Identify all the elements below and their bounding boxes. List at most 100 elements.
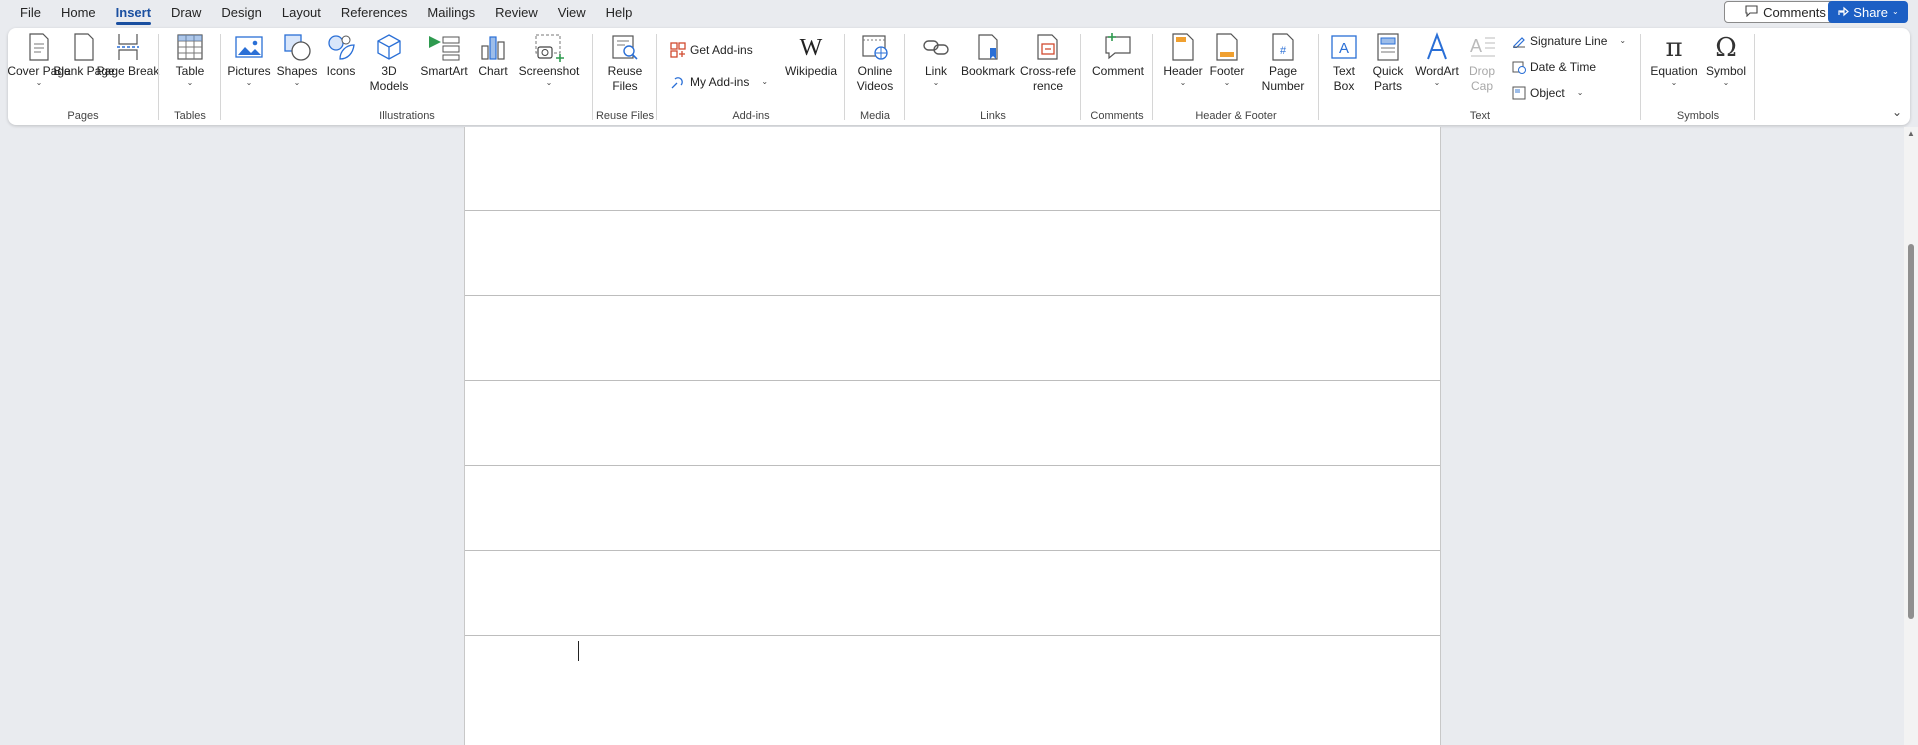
comment-icon bbox=[1745, 4, 1758, 20]
svg-text:π: π bbox=[1665, 33, 1682, 62]
reuse-files-label: Reuse Files bbox=[607, 64, 643, 93]
tab-view[interactable]: View bbox=[548, 0, 596, 26]
chevron-down-icon[interactable]: ⌄ bbox=[1892, 8, 1899, 16]
table-button[interactable]: Table ⌄ bbox=[170, 32, 210, 87]
vertical-scrollbar[interactable]: ▲ bbox=[1904, 127, 1918, 745]
group-label-header-footer: Header & Footer bbox=[1195, 110, 1277, 122]
page-break-button[interactable]: Page Break bbox=[97, 32, 159, 79]
group-label-symbols: Symbols bbox=[1676, 110, 1720, 122]
scrollbar-thumb[interactable] bbox=[1908, 244, 1914, 619]
footer-button[interactable]: Footer ⌄ bbox=[1206, 32, 1248, 87]
document-page[interactable] bbox=[464, 127, 1441, 745]
group-label-reuse-files: Reuse Files bbox=[595, 110, 655, 122]
shapes-icon bbox=[284, 34, 311, 61]
object-label: Object bbox=[1530, 86, 1565, 100]
icons-button[interactable]: Icons bbox=[322, 32, 360, 79]
tab-draw[interactable]: Draw bbox=[161, 0, 211, 26]
group-divider bbox=[1152, 34, 1153, 120]
date-time-button[interactable]: Date & Time bbox=[1512, 60, 1596, 74]
chevron-down-icon: ⌄ bbox=[293, 78, 301, 87]
chevron-down-icon[interactable]: ⌄ bbox=[1577, 89, 1584, 97]
screenshot-button[interactable]: Screenshot ⌄ bbox=[516, 32, 582, 87]
text-box-button[interactable]: A Text Box bbox=[1324, 32, 1364, 94]
online-videos-button[interactable]: Online Videos bbox=[852, 32, 898, 94]
smartart-icon bbox=[429, 36, 460, 61]
group-divider bbox=[904, 34, 905, 120]
cube-icon bbox=[377, 34, 401, 60]
tab-home[interactable]: Home bbox=[51, 0, 106, 26]
group-divider bbox=[844, 34, 845, 120]
symbol-label: Symbol bbox=[1705, 64, 1746, 78]
shapes-button[interactable]: Shapes ⌄ bbox=[276, 32, 318, 87]
pictures-button[interactable]: Pictures ⌄ bbox=[226, 32, 272, 87]
page-number-label: Page Number bbox=[1261, 64, 1305, 93]
tab-references[interactable]: References bbox=[331, 0, 417, 26]
page-number-icon: # bbox=[1272, 33, 1294, 61]
addins-icon bbox=[671, 77, 683, 89]
group-divider bbox=[656, 34, 657, 120]
signature-line-button[interactable]: Signature Line ⌄ bbox=[1512, 34, 1626, 48]
tab-layout[interactable]: Layout bbox=[272, 0, 331, 26]
tab-design[interactable]: Design bbox=[211, 0, 271, 26]
object-icon bbox=[1512, 86, 1526, 100]
equation-button[interactable]: π Equation ⌄ bbox=[1646, 32, 1702, 87]
page-break-label: Page Break bbox=[96, 64, 160, 78]
table-row-border bbox=[465, 380, 1440, 381]
cover-page-icon bbox=[29, 33, 49, 61]
bookmark-label: Bookmark bbox=[960, 64, 1016, 78]
group-tables: Table ⌄ Tables bbox=[160, 28, 220, 125]
chevron-down-icon[interactable]: ⌄ bbox=[761, 78, 768, 86]
blank-page-icon bbox=[74, 33, 94, 61]
reuse-files-icon bbox=[612, 35, 638, 60]
pi-icon: π bbox=[1665, 33, 1682, 62]
tab-mailings[interactable]: Mailings bbox=[417, 0, 485, 26]
drop-cap-icon: A bbox=[1470, 36, 1495, 57]
chart-button[interactable]: Chart bbox=[474, 32, 512, 79]
tab-review[interactable]: Review bbox=[485, 0, 548, 26]
svg-text:Ω: Ω bbox=[1715, 33, 1737, 62]
svg-text:A: A bbox=[1470, 36, 1482, 56]
quick-parts-label: Quick Parts bbox=[1372, 64, 1404, 93]
link-icon bbox=[923, 40, 949, 55]
bookmark-button[interactable]: Bookmark bbox=[958, 32, 1018, 79]
group-symbols: π Equation ⌄ Ω Symbol ⌄ Symbols bbox=[1642, 28, 1754, 125]
my-addins-label: My Add-ins bbox=[690, 75, 750, 89]
scroll-up-arrow-icon[interactable]: ▲ bbox=[1907, 129, 1915, 138]
wordart-icon bbox=[1427, 32, 1447, 60]
chevron-down-icon: ⌄ bbox=[1433, 78, 1441, 87]
text-cursor bbox=[578, 641, 579, 661]
pictures-label: Pictures bbox=[227, 64, 271, 78]
tab-help[interactable]: Help bbox=[596, 0, 643, 26]
smartart-button[interactable]: SmartArt bbox=[418, 32, 470, 79]
3d-models-label: 3D Models bbox=[369, 64, 409, 93]
drop-cap-label: Drop Cap bbox=[1468, 64, 1495, 93]
chevron-down-icon[interactable]: ⌄ bbox=[1619, 37, 1626, 45]
link-button[interactable]: Link ⌄ bbox=[918, 32, 954, 87]
get-addins-button[interactable]: Get Add-ins bbox=[670, 42, 753, 58]
3d-models-button[interactable]: 3D Models bbox=[364, 32, 414, 94]
symbol-button[interactable]: Ω Symbol ⌄ bbox=[1702, 32, 1750, 87]
page-number-button[interactable]: # Page Number bbox=[1252, 32, 1314, 94]
tab-file[interactable]: File bbox=[0, 0, 51, 26]
comment-button[interactable]: Comment bbox=[1088, 32, 1148, 79]
chart-icon bbox=[481, 36, 505, 60]
quick-parts-button[interactable]: Quick Parts bbox=[1366, 32, 1410, 94]
cross-reference-button[interactable]: Cross-reference bbox=[1020, 32, 1076, 94]
wikipedia-button[interactable]: W Wikipedia bbox=[782, 32, 840, 79]
shapes-label: Shapes bbox=[276, 64, 318, 78]
group-label-comments: Comments bbox=[1090, 110, 1144, 122]
object-button[interactable]: Object ⌄ bbox=[1512, 86, 1583, 100]
chevron-down-icon: ⌄ bbox=[545, 78, 553, 87]
wordart-button[interactable]: WordArt ⌄ bbox=[1412, 32, 1462, 87]
drop-cap-button[interactable]: A Drop Cap bbox=[1464, 32, 1500, 94]
reuse-files-button[interactable]: Reuse Files bbox=[602, 32, 648, 94]
group-label-illustrations: Illustrations bbox=[379, 110, 435, 122]
header-button[interactable]: Header ⌄ bbox=[1162, 32, 1204, 87]
tab-insert[interactable]: Insert bbox=[106, 0, 161, 26]
share-button[interactable]: Share ⌄ bbox=[1828, 1, 1908, 23]
group-addins: Get Add-ins My Add-ins ⌄ W Wikipedia Add… bbox=[658, 28, 844, 125]
chevron-down-icon: ⌄ bbox=[1670, 78, 1678, 87]
footer-icon bbox=[1216, 33, 1238, 61]
collapse-ribbon-chevron-icon[interactable]: ⌄ bbox=[1892, 105, 1902, 119]
my-addins-button[interactable]: My Add-ins ⌄ bbox=[670, 74, 768, 90]
